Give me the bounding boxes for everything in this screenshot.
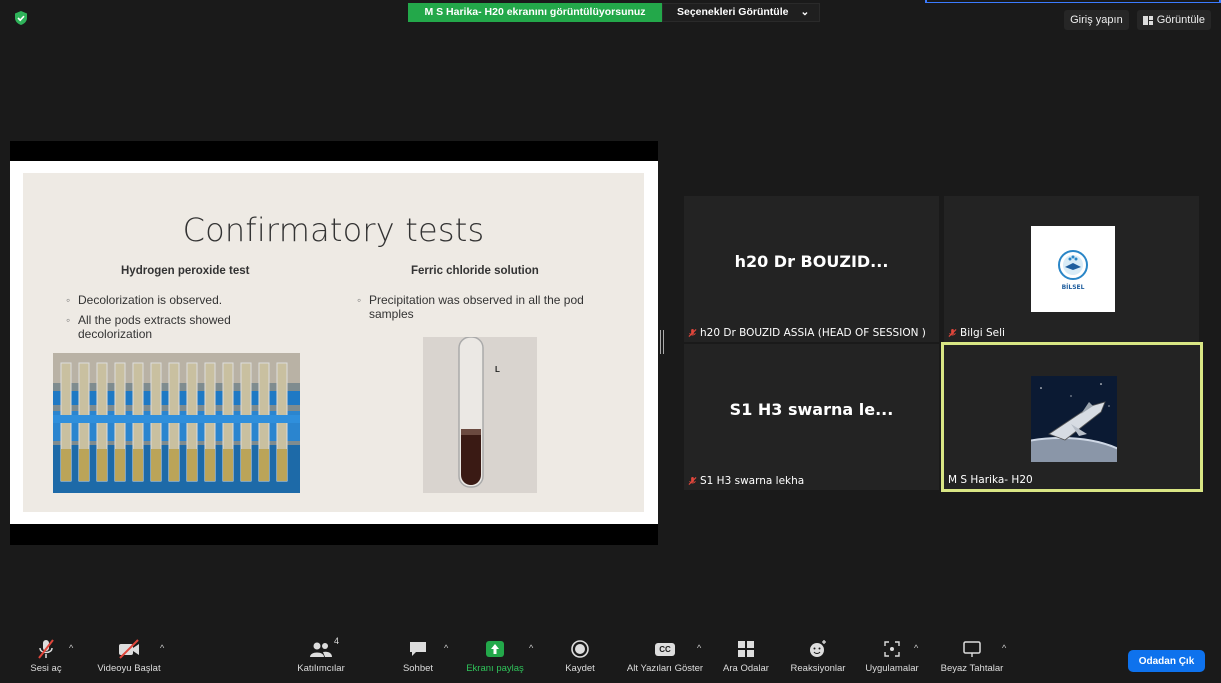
unmute-label: Sesi aç	[30, 663, 62, 674]
record-button[interactable]: Kaydet	[560, 636, 600, 674]
mic-muted-icon	[38, 639, 54, 659]
slide-frame: Confirmatory tests Hydrogen peroxide tes…	[10, 161, 658, 524]
whiteboards-label: Beyaz Tahtalar	[940, 663, 1004, 674]
chevron-down-icon: ⌄	[800, 6, 810, 18]
participant-label: h20 Dr BOUZID ASSIA (HEAD OF SESSION )	[688, 327, 926, 339]
chat-icon	[410, 642, 426, 656]
participants-icon	[310, 642, 332, 657]
participants-label: Katılımcılar	[297, 663, 345, 674]
layout-icon	[1142, 15, 1153, 25]
apps-icon	[884, 641, 900, 657]
mic-muted-icon	[688, 476, 697, 486]
sign-in-button[interactable]: Giriş yapın	[1064, 10, 1129, 30]
panel-resize-handle[interactable]	[660, 330, 664, 354]
chat-label: Sohbet	[402, 663, 434, 674]
test-tube-rack-photo	[53, 353, 300, 493]
screen-share-banner: M S Harika- H20 ekranını görüntülüyorsun…	[408, 3, 821, 22]
security-shield-icon[interactable]	[13, 10, 29, 26]
mic-muted-icon	[948, 328, 957, 338]
participant-avatar	[1031, 376, 1117, 462]
whiteboard-options-caret[interactable]: ^	[1002, 643, 1006, 653]
participants-count: 4	[334, 636, 340, 646]
video-tile-swarna[interactable]: S1 H3 swarna le... S1 H3 swarna lekha	[684, 344, 939, 490]
view-button[interactable]: Görüntüle	[1136, 10, 1211, 30]
view-options-button[interactable]: Seçenekleri Görüntüle ⌄	[662, 3, 821, 22]
left-column-heading: Hydrogen peroxide test	[121, 265, 250, 277]
video-options-caret[interactable]: ^	[160, 643, 164, 653]
presentation-slide: Confirmatory tests Hydrogen peroxide tes…	[23, 173, 644, 512]
space-shuttle-avatar-icon	[1031, 376, 1117, 462]
show-captions-label: Alt Yazıları Göster	[626, 663, 704, 674]
participant-display-name: S1 H3 swarna le...	[729, 399, 894, 419]
reactions-button[interactable]: Reaksiyonlar	[787, 636, 849, 674]
chat-button[interactable]: Sohbet	[398, 636, 438, 674]
apps-button[interactable]: Uygulamalar	[860, 636, 924, 674]
view-label: Görüntüle	[1156, 14, 1205, 26]
share-screen-label: Ekranı paylaş	[466, 663, 524, 674]
participant-name: h20 Dr BOUZID ASSIA (HEAD OF SESSION )	[700, 327, 926, 339]
tube-label-mark: L	[495, 365, 500, 374]
participant-label: Bilgi Seli	[948, 327, 1005, 339]
start-video-button[interactable]: Videoyu Başlat	[92, 636, 166, 674]
participant-name: S1 H3 swarna lekha	[700, 475, 805, 487]
share-screen-icon	[486, 641, 504, 657]
left-bullet-1: Decolorization is observed.	[66, 293, 288, 307]
video-off-icon	[119, 639, 139, 659]
reactions-icon	[810, 640, 826, 657]
participant-label: M S Harika- H20	[948, 474, 1033, 486]
mic-muted-icon	[688, 328, 697, 338]
show-captions-button[interactable]: CC Alt Yazıları Göster	[620, 636, 710, 674]
participant-name: Bilgi Seli	[960, 327, 1005, 339]
breakout-rooms-button[interactable]: Ara Odalar	[720, 636, 772, 674]
left-bullet-2: All the pods extracts showed decolorizat…	[66, 313, 278, 341]
right-bullet-1: Precipitation was observed in all the po…	[357, 293, 609, 321]
shared-screen[interactable]: Confirmatory tests Hydrogen peroxide tes…	[10, 141, 658, 545]
share-options-caret[interactable]: ^	[529, 643, 533, 653]
sign-in-label: Giriş yapın	[1070, 14, 1123, 26]
share-frame-indicator	[925, 0, 1221, 3]
video-tile-bilgi-seli[interactable]: BİLSEL Bilgi Seli	[944, 196, 1199, 342]
apps-label: Uygulamalar	[865, 663, 919, 674]
reactions-label: Reaksiyonlar	[790, 663, 846, 674]
closed-captions-icon: CC	[655, 642, 675, 656]
video-tile-bouzid[interactable]: h20 Dr BOUZID... h20 Dr BOUZID ASSIA (HE…	[684, 196, 939, 342]
meeting-toolbar: Sesi aç ^ Videoyu Başlat ^ 4 Katılımcıla…	[0, 636, 1221, 683]
view-options-label: Seçenekleri Görüntüle	[677, 6, 789, 18]
breakout-rooms-icon	[738, 641, 754, 657]
breakout-rooms-label: Ara Odalar	[723, 663, 769, 674]
share-status-text: M S Harika- H20 ekranını görüntülüyorsun…	[408, 3, 662, 22]
participant-display-name: h20 Dr BOUZID...	[734, 251, 889, 271]
record-icon	[571, 640, 589, 658]
whiteboards-button[interactable]: Beyaz Tahtalar	[936, 636, 1008, 674]
bilsel-logo-icon: BİLSEL	[1058, 250, 1088, 291]
participants-button[interactable]: 4 Katılımcılar	[292, 636, 350, 674]
unmute-button[interactable]: Sesi aç	[28, 636, 64, 674]
chat-options-caret[interactable]: ^	[444, 643, 448, 653]
right-column-heading: Ferric chloride solution	[411, 265, 539, 277]
participant-avatar: BİLSEL	[1031, 226, 1115, 312]
start-video-label: Videoyu Başlat	[97, 663, 161, 674]
svg-text:BİLSEL: BİLSEL	[1062, 284, 1085, 291]
slide-title: Confirmatory tests	[182, 211, 485, 249]
audio-options-caret[interactable]: ^	[69, 643, 73, 653]
participant-name: M S Harika- H20	[948, 474, 1033, 486]
captions-options-caret[interactable]: ^	[697, 643, 701, 653]
whiteboard-icon	[963, 641, 981, 657]
leave-meeting-button[interactable]: Odadan Çık	[1128, 650, 1205, 672]
ferric-chloride-tube-photo: L	[423, 337, 537, 493]
share-screen-button[interactable]: Ekranı paylaş	[456, 636, 534, 674]
participant-label: S1 H3 swarna lekha	[688, 475, 804, 487]
top-right-controls: Giriş yapın Görüntüle	[1064, 10, 1211, 30]
video-tile-harika-active-speaker[interactable]: M S Harika- H20	[941, 342, 1203, 492]
apps-options-caret[interactable]: ^	[914, 643, 918, 653]
record-label: Kaydet	[565, 663, 595, 674]
